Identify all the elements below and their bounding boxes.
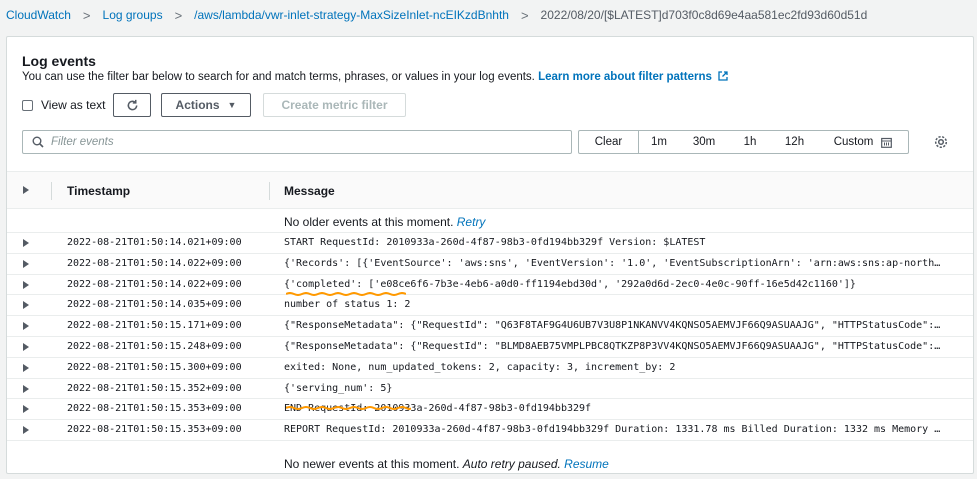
- refresh-button[interactable]: [113, 93, 151, 117]
- breadcrumb-log-groups[interactable]: Log groups: [103, 8, 163, 22]
- newer-events-message: No newer events at this moment.: [284, 457, 460, 471]
- column-divider: [269, 182, 270, 200]
- log-event-row[interactable]: 2022-08-21T01:50:15.171+09:00 {"ResponseM…: [7, 316, 973, 337]
- breadcrumb-separator: >: [520, 7, 529, 23]
- range-12h-button[interactable]: 12h: [771, 131, 818, 153]
- row-timestamp: 2022-08-21T01:50:14.021+09:00: [67, 237, 242, 248]
- row-timestamp: 2022-08-21T01:50:15.353+09:00: [67, 424, 242, 436]
- log-event-row[interactable]: 2022-08-21T01:50:14.022+09:00 {'Records':…: [7, 254, 973, 275]
- log-event-row[interactable]: 2022-08-21T01:50:15.353+09:00 END Request…: [7, 399, 973, 421]
- newer-events-notice: No newer events at this moment. Auto ret…: [7, 451, 973, 473]
- actions-button[interactable]: Actions ▼: [161, 93, 251, 117]
- expand-row-icon[interactable]: [23, 405, 29, 414]
- expand-row-icon[interactable]: [23, 322, 29, 331]
- annotation-underline: [286, 292, 406, 296]
- breadcrumb-cloudwatch[interactable]: CloudWatch: [6, 8, 71, 22]
- range-1h-button[interactable]: 1h: [729, 131, 771, 153]
- row-timestamp: 2022-08-21T01:50:14.035+09:00: [67, 299, 242, 311]
- row-message: exited: None, num_updated_tokens: 2, cap…: [284, 361, 676, 373]
- filter-events-input[interactable]: [51, 133, 561, 151]
- retry-link[interactable]: Retry: [457, 215, 486, 229]
- log-event-row[interactable]: 2022-08-21T01:50:15.248+09:00 {"ResponseM…: [7, 337, 973, 358]
- custom-range-label: Custom: [833, 136, 874, 148]
- expand-row-icon[interactable]: [23, 280, 29, 289]
- external-link-icon: [718, 71, 728, 81]
- page-title: Log events: [22, 53, 96, 69]
- row-timestamp: 2022-08-21T01:50:15.248+09:00: [67, 341, 242, 352]
- newer-events-text: No newer events at this moment. Auto ret…: [284, 457, 609, 471]
- row-message: {'serving_num': 5}: [284, 382, 393, 394]
- log-event-row[interactable]: 2022-08-21T01:50:15.352+09:00 {'serving_n…: [7, 379, 973, 400]
- timestamp-column-header: Timestamp: [67, 184, 131, 198]
- log-event-row[interactable]: 2022-08-21T01:50:14.022+09:00 {'completed…: [7, 275, 973, 296]
- view-as-text-checkbox[interactable]: [22, 100, 33, 111]
- learn-more-label: Learn more about filter patterns: [538, 71, 712, 83]
- expand-row-icon[interactable]: [23, 384, 29, 393]
- range-1m-button[interactable]: 1m: [639, 131, 679, 153]
- range-30m-button[interactable]: 30m: [679, 131, 729, 153]
- search-icon: [32, 136, 44, 148]
- row-message: START RequestId: 2010933a-260d-4f87-98b3…: [284, 237, 706, 248]
- caret-down-icon: ▼: [227, 100, 237, 110]
- breadcrumb-separator: >: [82, 7, 91, 23]
- message-column-header: Message: [284, 184, 335, 198]
- column-divider: [51, 182, 52, 200]
- expand-row-icon[interactable]: [23, 259, 29, 268]
- row-timestamp: 2022-08-21T01:50:14.022+09:00: [67, 278, 242, 290]
- row-timestamp: 2022-08-21T01:50:15.352+09:00: [67, 382, 242, 394]
- row-timestamp: 2022-08-21T01:50:15.300+09:00: [67, 361, 242, 373]
- log-event-row[interactable]: 2022-08-21T01:50:15.300+09:00 exited: Non…: [7, 358, 973, 379]
- actions-label: Actions: [175, 98, 220, 112]
- view-as-text-label: View as text: [41, 98, 106, 112]
- row-message: {"ResponseMetadata": {"RequestId": "BLMD…: [284, 341, 946, 352]
- row-message: REPORT RequestId: 2010933a-260d-4f87-98b…: [284, 424, 946, 436]
- refresh-icon: [127, 99, 137, 110]
- description-text: You can use the filter bar below to sear…: [22, 71, 535, 83]
- header-description: You can use the filter bar below to sear…: [22, 71, 728, 83]
- row-message: number of status 1: 2: [284, 299, 411, 311]
- expand-row-icon[interactable]: [23, 239, 29, 247]
- expand-row-icon[interactable]: [23, 426, 29, 435]
- gear-icon[interactable]: [933, 134, 949, 150]
- row-timestamp: 2022-08-21T01:50:15.353+09:00: [67, 403, 242, 415]
- log-events-panel: Log events You can use the filter bar be…: [6, 36, 974, 474]
- log-event-row[interactable]: 2022-08-21T01:50:15.353+09:00 REPORT Requ…: [7, 420, 973, 441]
- row-message: {'completed': ['e08ce6f6-7b3e-4eb6-a0d0-…: [284, 278, 856, 290]
- annotation-underline: [286, 406, 411, 410]
- breadcrumb-current-stream: 2022/08/20/[$LATEST]d703f0c8d69e4aa581ec…: [540, 8, 868, 22]
- clear-button[interactable]: Clear: [579, 131, 639, 153]
- expand-row-icon[interactable]: [23, 301, 29, 310]
- resume-link[interactable]: Resume: [564, 457, 609, 471]
- older-events-message: No older events at this moment.: [284, 215, 454, 229]
- row-message: {'Records': [{'EventSource': 'aws:sns', …: [284, 257, 946, 269]
- expand-row-icon[interactable]: [23, 343, 29, 351]
- log-event-row[interactable]: 2022-08-21T01:50:14.035+09:00 number of s…: [7, 295, 973, 317]
- auto-retry-paused-text: Auto retry paused.: [462, 457, 561, 471]
- breadcrumb-separator: >: [174, 7, 183, 23]
- table-header: Timestamp Message: [7, 171, 973, 209]
- row-timestamp: 2022-08-21T01:50:15.171+09:00: [67, 320, 242, 332]
- create-metric-filter-button[interactable]: Create metric filter: [263, 93, 406, 117]
- time-range-selector: Clear 1m 30m 1h 12h Custom: [578, 130, 909, 154]
- log-event-row[interactable]: 2022-08-21T01:50:14.021+09:00 START Reque…: [7, 233, 973, 254]
- row-message: {"ResponseMetadata": {"RequestId": "Q63F…: [284, 320, 946, 332]
- older-events-notice: No older events at this moment. Retry: [7, 209, 973, 233]
- calendar-icon: [881, 137, 893, 148]
- learn-more-link[interactable]: Learn more about filter patterns: [538, 71, 728, 83]
- custom-range-button[interactable]: Custom: [818, 131, 908, 153]
- filter-box[interactable]: [22, 130, 572, 154]
- breadcrumb-log-group[interactable]: /aws/lambda/vwr-inlet-strategy-MaxSizeIn…: [194, 8, 509, 22]
- row-timestamp: 2022-08-21T01:50:14.022+09:00: [67, 257, 242, 269]
- expand-all-icon[interactable]: [23, 186, 29, 194]
- breadcrumb: CloudWatch > Log groups > /aws/lambda/vw…: [6, 6, 867, 24]
- older-events-text: No older events at this moment. Retry: [284, 215, 485, 229]
- expand-row-icon[interactable]: [23, 363, 29, 372]
